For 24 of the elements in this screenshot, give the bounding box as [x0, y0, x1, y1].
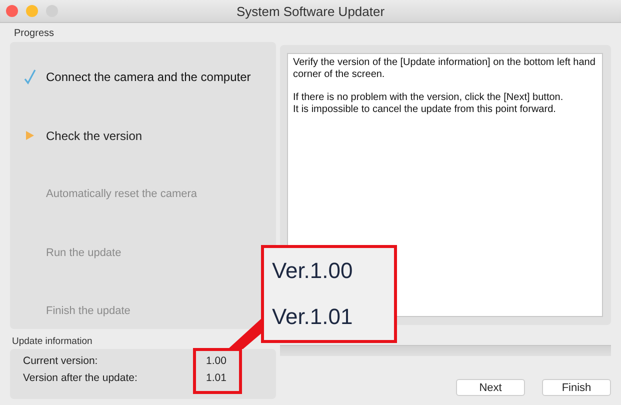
- message-text: Verify the version of the [Update information] on the bottom left hand corner of the screen.: [293, 57, 596, 81]
- dialog-button[interactable]: Next: [456, 379, 525, 396]
- step-label: Finish the update: [46, 305, 130, 318]
- section-label: Update information: [11, 335, 92, 349]
- dialog-button[interactable]: Finish: [542, 379, 611, 396]
- window-title: System Software Updater: [236, 4, 385, 18]
- close-button[interactable]: [6, 5, 18, 17]
- callout-text: Ver.1.00: [272, 258, 353, 284]
- minimize-button[interactable]: [26, 5, 38, 17]
- info-label: Version after the update:: [23, 372, 138, 384]
- highlight-frame: [193, 348, 242, 394]
- info-label: Current version:: [23, 355, 99, 367]
- step-label: Run the update: [46, 246, 122, 259]
- section-label: Progress: [13, 27, 54, 41]
- info-value: 1.00: [206, 355, 226, 367]
- triangle-icon: [26, 131, 34, 140]
- info-value: 1.01: [206, 372, 226, 384]
- zoom-button[interactable]: [46, 5, 58, 17]
- callout-text: Ver.1.01: [272, 304, 353, 330]
- step-label: Automatically reset the camera: [46, 188, 198, 200]
- message-text: If there is no problem with the version, click the [Next] button. It is impossible to cancel the update from this point forward.: [293, 92, 564, 116]
- checkmark-icon: [23, 69, 37, 86]
- step-label: Check the version: [46, 128, 142, 143]
- step-label: Connect the camera and the computer: [46, 70, 251, 84]
